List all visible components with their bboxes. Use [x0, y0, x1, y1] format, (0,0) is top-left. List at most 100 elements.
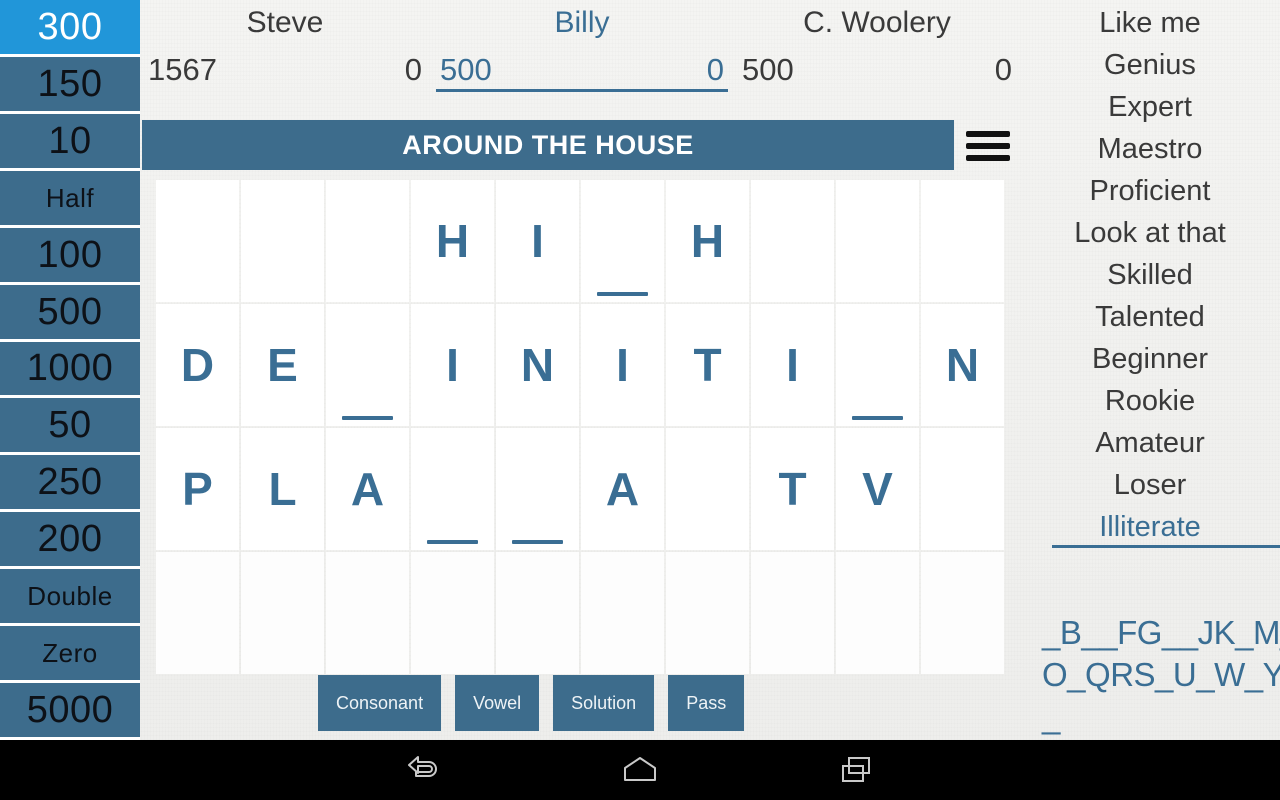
rank-item-skilled[interactable]: Skilled — [1020, 254, 1280, 296]
puzzle-tile[interactable] — [751, 180, 834, 302]
rank-item-look-at-that[interactable]: Look at that — [1020, 212, 1280, 254]
home-icon[interactable] — [580, 740, 700, 800]
solution-button[interactable]: Solution — [553, 675, 655, 731]
tile-cursor-underline — [342, 416, 393, 420]
player-round-score: 0 — [706, 52, 724, 87]
puzzle-tile[interactable]: H — [666, 180, 749, 302]
wheel-value-zero[interactable]: Zero — [0, 626, 140, 681]
app-root: 300 150 10 Half 100 500 1000 50 250 200 Double Zero… — [0, 0, 1280, 800]
puzzle-tile[interactable] — [156, 180, 239, 302]
wheel-value-double[interactable]: Double — [0, 569, 140, 624]
puzzle-tile[interactable]: I — [411, 304, 494, 426]
puzzle-tile[interactable] — [326, 304, 409, 426]
puzzle-tile[interactable]: T — [751, 428, 834, 550]
hamburger-menu-icon[interactable] — [966, 126, 1014, 166]
rank-column: Like me Genius Expert Maestro Proficient Look… — [1020, 0, 1280, 740]
puzzle-tile[interactable] — [326, 180, 409, 302]
wheel-values-column: 300 150 10 Half 100 500 1000 50 250 200 Double Zero… — [0, 0, 140, 740]
rank-item-expert[interactable]: Expert — [1020, 86, 1280, 128]
rank-item-beginner[interactable]: Beginner — [1020, 338, 1280, 380]
recents-icon[interactable] — [797, 740, 917, 800]
rank-list: Like me Genius Expert Maestro Proficient Look… — [1020, 2, 1280, 548]
rank-item-genius[interactable]: Genius — [1020, 44, 1280, 86]
active-player-underline — [436, 89, 728, 92]
puzzle-tile[interactable] — [836, 304, 919, 426]
tile-cursor-underline — [597, 292, 648, 296]
puzzle-tile[interactable] — [921, 552, 1004, 674]
puzzle-tile[interactable] — [921, 180, 1004, 302]
puzzle-row — [156, 552, 1006, 674]
wheel-value-150[interactable]: 150 — [0, 56, 140, 111]
puzzle-board: HIHDEINITINPLAATV — [156, 180, 1006, 674]
puzzle-tile[interactable] — [496, 428, 579, 550]
puzzle-tile[interactable] — [156, 552, 239, 674]
puzzle-tile[interactable]: V — [836, 428, 919, 550]
consonant-button[interactable]: Consonant — [318, 675, 442, 731]
wheel-value-1000[interactable]: 1000 — [0, 341, 140, 396]
wheel-value-10[interactable]: 10 — [0, 113, 140, 168]
player-total-score: 500 — [440, 52, 492, 87]
player-total-score: 1567 — [148, 52, 217, 87]
puzzle-tile[interactable] — [411, 552, 494, 674]
puzzle-tile[interactable]: N — [921, 304, 1004, 426]
rank-item-talented[interactable]: Talented — [1020, 296, 1280, 338]
puzzle-tile[interactable]: D — [156, 304, 239, 426]
puzzle-tile[interactable] — [411, 428, 494, 550]
wheel-value-100[interactable]: 100 — [0, 227, 140, 282]
android-navigation-bar — [0, 740, 1280, 800]
player-panel-1[interactable]: Steve 1567 0 — [140, 0, 430, 108]
rank-item-illiterate[interactable]: Illiterate — [1020, 506, 1280, 548]
puzzle-tile[interactable] — [241, 180, 324, 302]
puzzle-tile[interactable] — [241, 552, 324, 674]
puzzle-tile[interactable] — [751, 552, 834, 674]
puzzle-tile[interactable]: L — [241, 428, 324, 550]
tile-cursor-underline — [852, 416, 903, 420]
puzzle-row: PLAATV — [156, 428, 1006, 550]
rank-item-proficient[interactable]: Proficient — [1020, 170, 1280, 212]
puzzle-tile[interactable] — [836, 180, 919, 302]
rank-item-amateur[interactable]: Amateur — [1020, 422, 1280, 464]
puzzle-tile[interactable] — [581, 180, 664, 302]
wheel-value-300[interactable]: 300 — [0, 0, 140, 54]
rank-item-loser[interactable]: Loser — [1020, 464, 1280, 506]
puzzle-tile[interactable] — [666, 428, 749, 550]
wheel-value-500[interactable]: 500 — [0, 284, 140, 339]
player-total-score: 500 — [742, 52, 794, 87]
menu-bar-3 — [966, 155, 1010, 161]
rank-item-maestro[interactable]: Maestro — [1020, 128, 1280, 170]
recents-squares-glyph — [842, 757, 870, 782]
puzzle-tile[interactable] — [836, 552, 919, 674]
player-panel-3[interactable]: C. Woolery 500 0 — [734, 0, 1020, 108]
puzzle-tile[interactable]: E — [241, 304, 324, 426]
vowel-button[interactable]: Vowel — [455, 675, 540, 731]
wheel-value-half[interactable]: Half — [0, 170, 140, 225]
puzzle-tile[interactable]: T — [666, 304, 749, 426]
wheel-value-5000[interactable]: 5000 — [0, 683, 140, 737]
puzzle-row: HIH — [156, 180, 1006, 302]
rank-item-like-me[interactable]: Like me — [1020, 2, 1280, 44]
remaining-letters-tray: _B__FG__JK_M_O_QRS_U_W_Y_ — [1042, 614, 1280, 735]
wheel-value-50[interactable]: 50 — [0, 398, 140, 453]
action-button-row: Consonant Vowel Solution Pass — [318, 675, 745, 731]
puzzle-tile[interactable]: I — [581, 304, 664, 426]
puzzle-tile[interactable] — [666, 552, 749, 674]
puzzle-tile[interactable]: I — [751, 304, 834, 426]
puzzle-tile[interactable] — [496, 552, 579, 674]
pass-button[interactable]: Pass — [668, 675, 745, 731]
puzzle-tile[interactable]: I — [496, 180, 579, 302]
puzzle-tile[interactable]: A — [326, 428, 409, 550]
back-icon[interactable] — [363, 740, 483, 800]
menu-bar-2 — [966, 143, 1010, 149]
puzzle-tile[interactable]: P — [156, 428, 239, 550]
wheel-value-200[interactable]: 200 — [0, 512, 140, 567]
puzzle-tile[interactable] — [326, 552, 409, 674]
puzzle-tile[interactable] — [581, 552, 664, 674]
puzzle-tile[interactable]: N — [496, 304, 579, 426]
puzzle-tile[interactable] — [921, 428, 1004, 550]
player-panel-2[interactable]: Billy 500 0 — [432, 0, 732, 108]
rank-item-rookie[interactable]: Rookie — [1020, 380, 1280, 422]
puzzle-tile[interactable]: H — [411, 180, 494, 302]
puzzle-tile[interactable]: A — [581, 428, 664, 550]
puzzle-header: AROUND THE HOUSE — [142, 120, 1020, 170]
wheel-value-250[interactable]: 250 — [0, 455, 140, 510]
